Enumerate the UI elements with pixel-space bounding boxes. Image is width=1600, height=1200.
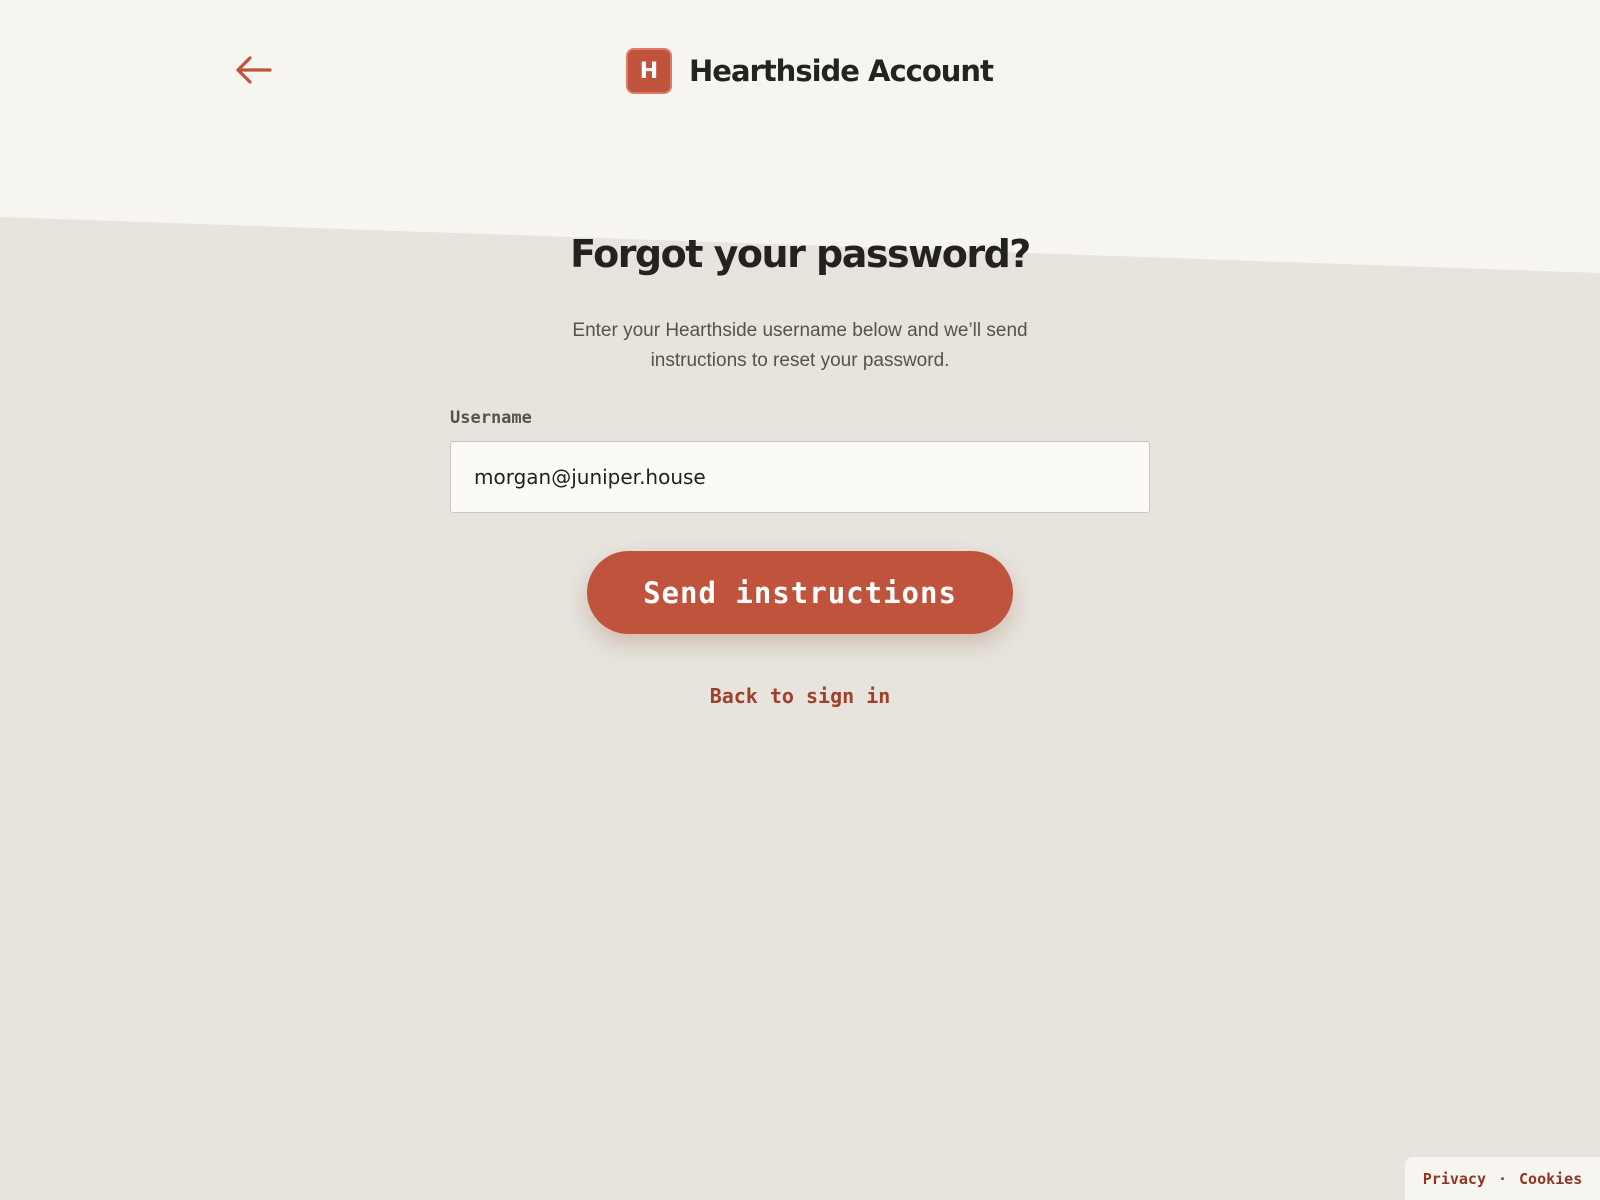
arrow-left-icon	[236, 56, 272, 84]
footer-links: Privacy · Cookies	[1405, 1157, 1600, 1200]
page-subtitle: Enter your Hearthside username below and…	[572, 320, 1028, 371]
brand-logo: H	[626, 48, 672, 94]
privacy-link[interactable]: Privacy	[1423, 1170, 1486, 1188]
brand-name: Hearthside Account	[689, 54, 994, 88]
username-input[interactable]	[450, 441, 1150, 513]
brand: H Hearthside Account	[626, 46, 994, 96]
footer-separator: ·	[1497, 1169, 1508, 1188]
send-instructions-button[interactable]: Send instructions	[587, 551, 1013, 634]
username-label: Username	[450, 408, 532, 428]
back-to-sign-in-link[interactable]: Back to sign in	[0, 684, 1600, 708]
page-header: H Hearthside Account	[0, 0, 1600, 140]
back-button[interactable]	[233, 52, 273, 88]
page-title: Forgot your password?	[570, 232, 1031, 276]
cookies-link[interactable]: Cookies	[1519, 1170, 1582, 1188]
